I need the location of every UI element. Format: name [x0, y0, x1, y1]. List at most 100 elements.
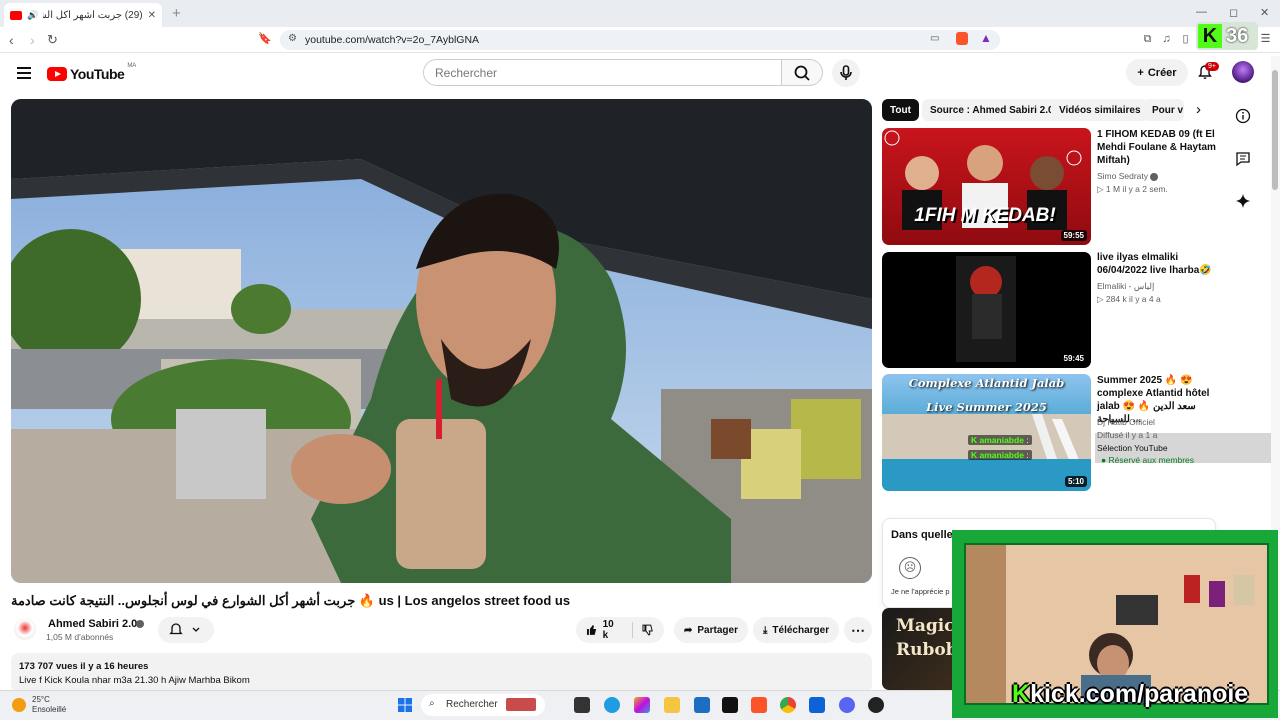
- search-highlight-icon: [506, 698, 536, 711]
- back-button[interactable]: ‹: [9, 32, 14, 48]
- voice-search-button[interactable]: [832, 59, 860, 87]
- weather-widget[interactable]: 25°C Ensoleillé: [12, 695, 66, 715]
- mail-icon[interactable]: [809, 697, 825, 713]
- close-window-button[interactable]: ✕: [1260, 6, 1269, 19]
- search-button[interactable]: [781, 59, 823, 86]
- recommendation-title[interactable]: 1 FIHOM KEDAB 09 (ft El Mehdi Foulane & …: [1097, 128, 1222, 167]
- description-box[interactable]: 173 707 vues il y a 16 heures Live f Kic…: [11, 653, 872, 693]
- country-code: MA: [127, 63, 137, 69]
- browser-tab-bar: 🔊 (29) جربت أشهر أكل الشوارع ف... ✕ + — …: [0, 0, 1280, 27]
- browser-tab[interactable]: 🔊 (29) جربت أشهر أكل الشوارع ف... ✕: [4, 3, 162, 27]
- like-count: 10 k: [602, 619, 614, 641]
- youtube-play-icon: [47, 67, 67, 81]
- reload-button[interactable]: ↻: [47, 32, 58, 48]
- microphone-icon: [840, 65, 852, 80]
- share-button[interactable]: ➦ Partager: [674, 617, 748, 643]
- chat-user: amaniabde: [979, 450, 1024, 460]
- edge-icon[interactable]: [604, 697, 620, 713]
- sad-face-icon[interactable]: ☹: [899, 557, 921, 579]
- video-duration: 59:45: [1060, 353, 1087, 364]
- download-button[interactable]: ⤓ Télécharger: [753, 617, 840, 643]
- site-info-icon[interactable]: ⚙: [288, 33, 297, 44]
- recommendation-thumbnail[interactable]: Complexe Atlantid Jalab Live Summer 2025…: [882, 374, 1091, 491]
- store-icon[interactable]: [694, 697, 710, 713]
- kick-chat-message: K amaniabde :: [968, 450, 1032, 460]
- plus-icon: +: [1137, 66, 1144, 79]
- like-divider: [632, 622, 634, 638]
- minimize-button[interactable]: —: [1196, 6, 1207, 18]
- bell-chevron-icon: [169, 623, 200, 635]
- recommendation-channel[interactable]: Elmaliki - إلياس: [1097, 281, 1154, 292]
- chat-icon[interactable]: [1235, 151, 1251, 167]
- maximize-button[interactable]: ◻: [1229, 6, 1238, 19]
- kick-logo-icon: K: [1198, 24, 1222, 48]
- kick-url-text: kick.com/paranoie: [1030, 680, 1249, 708]
- cast-icon[interactable]: ▭: [930, 33, 939, 44]
- search-icon: [794, 65, 810, 81]
- brave-rewards-icon[interactable]: ▲: [980, 31, 992, 45]
- browser-menu-icon[interactable]: ☰: [1259, 33, 1272, 46]
- bookmark-icon[interactable]: 🔖: [258, 33, 272, 46]
- create-button[interactable]: + Créer: [1126, 59, 1188, 86]
- brave-icon[interactable]: [751, 697, 767, 713]
- chip-all[interactable]: Tout: [882, 99, 919, 121]
- video-duration: 59:55: [1060, 230, 1087, 241]
- verified-badge-icon: [136, 620, 144, 628]
- recommendation-channel[interactable]: Simo Sedraty: [1097, 171, 1159, 181]
- channel-avatar[interactable]: [14, 618, 36, 640]
- chrome-icon[interactable]: [780, 697, 796, 713]
- kick-url-overlay: Kkick.com/paranoie: [1012, 680, 1248, 709]
- audio-icon[interactable]: 🔊: [27, 10, 38, 21]
- extensions-icon[interactable]: ⧉: [1141, 33, 1154, 46]
- hamburger-menu-icon[interactable]: [17, 67, 31, 79]
- members-only-badge: ● Réservé aux membres: [1101, 455, 1194, 465]
- discord-icon[interactable]: [839, 697, 855, 713]
- app-icon[interactable]: [722, 697, 738, 713]
- brave-shield-icon[interactable]: [956, 32, 968, 45]
- notifications-badge: 9+: [1205, 62, 1219, 71]
- thumbs-down-icon[interactable]: [642, 624, 654, 636]
- sidebar-icon[interactable]: ▯: [1179, 33, 1192, 46]
- info-icon[interactable]: [1235, 108, 1251, 124]
- chips-next-chevron-icon[interactable]: ›: [1196, 101, 1201, 118]
- thumbnail-text: Complexe Atlantid Jalab: [908, 376, 1065, 390]
- recommendation-title[interactable]: live ilyas elmaliki 06/04/2022 live lhar…: [1097, 251, 1222, 277]
- obs-icon[interactable]: [868, 697, 884, 713]
- forward-button[interactable]: ›: [30, 32, 35, 48]
- channel-name[interactable]: Ahmed Sabiri 2.0: [48, 618, 137, 630]
- subscription-bell-button[interactable]: [158, 617, 214, 643]
- close-tab-icon[interactable]: ✕: [148, 10, 156, 21]
- more-actions-button[interactable]: ⋯: [844, 617, 872, 643]
- search-input[interactable]: Rechercher: [423, 59, 782, 86]
- meta-label: 1 M il y a 2 sem.: [1105, 184, 1168, 194]
- windows-start-icon[interactable]: [397, 697, 413, 713]
- meta-label: 284 k il y a 4 a: [1105, 294, 1161, 304]
- task-view-icon[interactable]: [574, 697, 590, 713]
- recommendation-thumbnail[interactable]: 1FIH M KEDAB! 59:55: [882, 128, 1091, 245]
- copilot-icon[interactable]: [634, 697, 650, 713]
- recommendation-meta: ▷ 1 M il y a 2 sem.: [1097, 184, 1168, 195]
- magic-thumbnail[interactable]: Magic Rubob: [882, 608, 958, 690]
- like-button[interactable]: 10 k: [586, 619, 621, 641]
- file-explorer-icon[interactable]: [664, 697, 680, 713]
- taskbar-search[interactable]: ⌕ Rechercher: [421, 694, 545, 716]
- media-icon[interactable]: ♫: [1160, 33, 1173, 46]
- chip-source[interactable]: Source : Ahmed Sabiri 2.0: [922, 99, 1062, 121]
- youtube-logo[interactable]: YouTube MA: [47, 63, 137, 82]
- recommendation-thumbnail[interactable]: 59:45: [882, 252, 1091, 368]
- chip-related[interactable]: Vidéos similaires: [1051, 99, 1149, 121]
- video-frame: [11, 99, 872, 583]
- address-bar[interactable]: ⚙ youtube.com/watch?v=2o_7AyblGNA ▭ ▲: [280, 30, 1000, 50]
- play-icon: ▷: [1097, 184, 1106, 194]
- video-player[interactable]: [11, 99, 872, 583]
- thumbnail-text: 1FIH M KEDAB!: [914, 205, 1056, 226]
- recommendation-channel[interactable]: Dj Katib Officiel: [1097, 417, 1155, 427]
- user-avatar[interactable]: [1232, 61, 1254, 83]
- scrollbar-thumb[interactable]: [1272, 70, 1278, 190]
- chip-for-you[interactable]: Pour v: [1144, 99, 1184, 121]
- new-tab-button[interactable]: +: [172, 5, 181, 22]
- download-icon: ⤓: [763, 624, 768, 636]
- kick-extension-badge[interactable]: K 36: [1196, 22, 1258, 50]
- youtube-selection-label: Sélection YouTube: [1097, 443, 1168, 453]
- sparkle-icon[interactable]: [1235, 193, 1251, 209]
